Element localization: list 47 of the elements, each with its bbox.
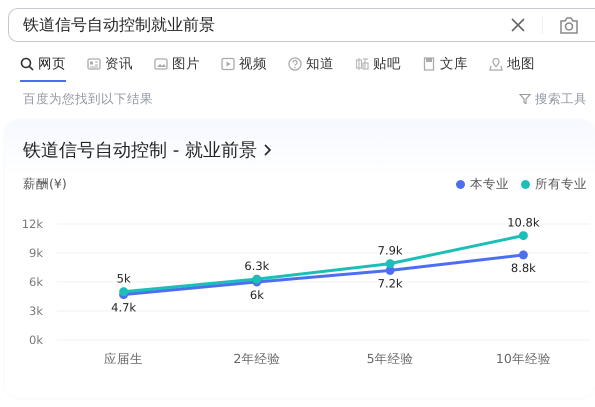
axis-unit-label: 薪酬(¥) [23,176,67,193]
axis-tick-label: 3k [29,304,43,318]
axis-tick-label: 0k [29,333,43,347]
tab[interactable]: 地图 [489,54,535,82]
data-point [119,287,128,296]
camera-icon[interactable] [559,16,579,34]
filter-icon [519,93,531,105]
tab[interactable]: 视频 [221,54,267,82]
card-title[interactable]: 铁道信号自动控制 - 就业前景 [23,138,272,162]
legend-label: 本专业 [470,176,509,193]
axis-tick-label: 9k [29,246,43,260]
tab[interactable]: 知道 [288,54,334,82]
document-icon [422,57,436,71]
data-point [518,231,528,240]
data-point [386,259,395,268]
news-icon [87,57,101,71]
image-icon [154,57,168,71]
data-label: 8.8k [510,260,536,275]
data-label: 6k [250,288,264,302]
tab[interactable]: 图片 [154,54,200,82]
close-icon[interactable] [510,17,526,33]
axis-category-label: 5年经验 [366,351,414,366]
chevron-right-icon [262,143,272,157]
tab[interactable]: 文库 [422,54,468,82]
tab[interactable]: 网页 [20,54,66,82]
question-icon [288,57,302,71]
tab[interactable]: 贴吧 [355,54,401,82]
search-icon [20,57,34,71]
tab[interactable]: 资讯 [87,54,133,82]
result-count-text: 百度为您找到以下结果 [23,90,153,108]
map-pin-icon [489,57,503,71]
data-label: 6.3k [244,259,270,274]
legend-label: 所有专业 [535,176,587,193]
data-label: 5k [116,272,131,286]
search-field[interactable]: 铁道信号自动控制就业前景 [8,8,595,42]
data-label: 4.7k [111,300,136,315]
axis-tick-label: 12k [22,217,43,231]
data-point [252,274,262,284]
axis-category-label: 10年经验 [496,351,551,366]
axis-category-label: 应届生 [104,351,144,366]
data-point [518,250,528,260]
data-label: 7.9k [378,244,403,258]
axis-tick-label: 6k [29,275,43,289]
data-label: 10.8k [507,216,540,230]
play-icon [221,57,235,71]
data-label: 7.2k [378,276,403,290]
axis-category-label: 2年经验 [233,351,280,366]
